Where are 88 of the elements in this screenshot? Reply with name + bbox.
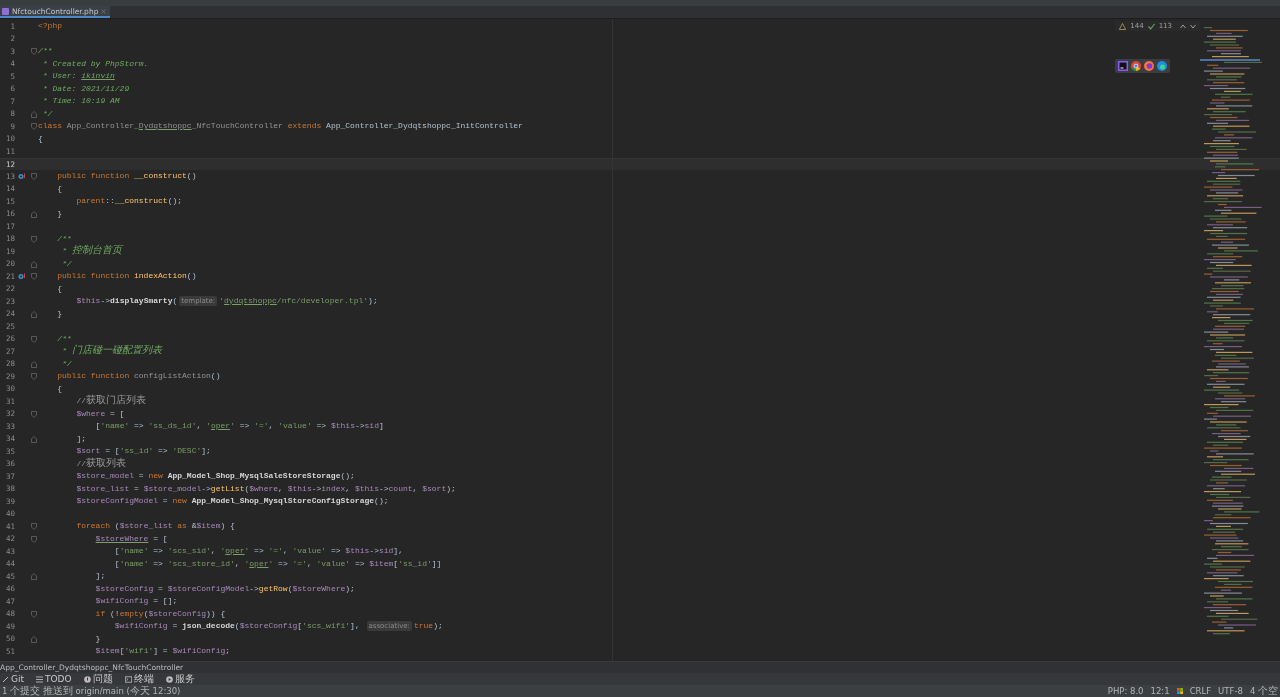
code-line: <?php (38, 20, 62, 32)
browser-icon[interactable] (1144, 61, 1154, 71)
code-line: if (!empty($storeConfig)) { (94, 607, 226, 620)
fold-end-icon[interactable] (31, 310, 37, 318)
list-icon (36, 675, 43, 683)
code-line: } (56, 307, 62, 320)
code-line: public function __construct() (56, 170, 197, 182)
code-line: } (56, 207, 62, 220)
indent-setting[interactable]: 4 个空 (1249, 685, 1278, 697)
file-encoding[interactable]: UTF-8 (1218, 685, 1243, 697)
chevron-up-icon[interactable] (1180, 23, 1186, 29)
code-line: } (94, 632, 101, 645)
code-line: { (56, 382, 62, 395)
fold-start-icon[interactable] (31, 523, 37, 530)
code-line: public function indexAction() (56, 270, 197, 282)
fold-start-icon[interactable] (31, 535, 37, 543)
line-ending[interactable]: CRLF (1189, 685, 1212, 697)
tool-window-tab[interactable]: Git (2, 674, 24, 684)
code-line: $store_list = $store_model->getList($where, $this->index, $this->count, $sort); (75, 482, 456, 495)
fold-start-icon[interactable] (31, 173, 37, 180)
warning-icon (1119, 22, 1127, 30)
status-message: 1 个提交 推送到 origin/main (今天 12:30) (2, 685, 181, 697)
code-line: public function configListAction() (56, 370, 221, 382)
fold-start-icon[interactable] (31, 123, 37, 130)
fold-start-icon[interactable] (31, 273, 37, 280)
code-line: /** (56, 232, 72, 245)
code-line: * 控制台首页 (61, 245, 122, 258)
code-line: { (56, 182, 62, 195)
fold-end-icon[interactable] (31, 260, 37, 268)
code-line: //获取门店列表 (75, 395, 146, 408)
code-line: /** (56, 332, 72, 345)
ide-icon[interactable] (1118, 61, 1128, 71)
code-line: * 门店碰一碰配置列表 (61, 345, 162, 358)
code-line: { (38, 132, 43, 145)
tool-window-tab[interactable]: TODO (36, 674, 72, 684)
code-line: * Time: 10:19 AM (41, 95, 120, 107)
php-version[interactable]: PHP: 8.0 (1107, 685, 1144, 697)
browser-icon[interactable] (1157, 61, 1167, 71)
check-icon (1147, 22, 1155, 30)
code-line: $where = [ (75, 407, 125, 420)
code-line: $storeConfig = $storeConfigModel->getRow($storeWhere); (94, 582, 355, 595)
code-line: ]; (75, 432, 86, 445)
fold-end-icon[interactable] (31, 360, 37, 368)
code-line: * Created by PhpStorm. (41, 57, 149, 70)
fold-start-icon[interactable] (31, 610, 37, 618)
terminal-icon (124, 675, 132, 683)
code-line: ]; (94, 570, 106, 582)
browser-icon[interactable] (1131, 61, 1141, 71)
code-line: * User: ikinvin (41, 70, 115, 82)
code-line: //获取列表 (75, 457, 126, 470)
php-file-icon (2, 7, 9, 15)
code-line: */ (61, 257, 72, 270)
close-icon[interactable] (101, 8, 107, 14)
fold-end-icon[interactable] (31, 635, 37, 643)
code-line: ['name' => 'scs_store_id', 'oper' => '=', 'value' => $item['ss_id']] (113, 557, 442, 570)
code-line: */ (41, 107, 53, 120)
code-line: * Date: 2021/11/29 (41, 82, 130, 95)
code-line: $wifiConfig = []; (94, 595, 178, 607)
override-icon[interactable] (18, 172, 26, 180)
fold-end-icon[interactable] (31, 435, 37, 443)
tool-window-tab[interactable]: 问题 (83, 672, 113, 686)
code-line: */ (61, 357, 72, 370)
code-line: $storeWhere = [ (94, 532, 168, 545)
caret-position[interactable]: 12:1 (1150, 685, 1170, 697)
tool-window-tab[interactable]: 服务 (165, 672, 195, 686)
override-icon[interactable] (18, 272, 26, 280)
fold-end-icon[interactable] (31, 110, 37, 118)
fold-start-icon[interactable] (31, 235, 37, 243)
code-line: { (56, 282, 62, 295)
code-line: ['name' => 'ss_ds_id', 'oper' => '=', 'value' => $this->sid] (94, 420, 384, 432)
fold-end-icon[interactable] (31, 210, 37, 218)
fold-end-icon[interactable] (31, 573, 37, 580)
windows-icon (1176, 688, 1183, 694)
chevron-down-icon[interactable] (1190, 23, 1196, 29)
code-line: $sort = ['ss_id' => 'DESC']; (75, 445, 211, 457)
code-line: /** (38, 45, 53, 57)
code-line: class App_Controller_Dydqtshoppc_NfcTouchController extends App_Controller_Dydqtshoppc_InitController (38, 120, 523, 132)
tool-window-tab[interactable]: 终端 (124, 672, 154, 686)
fold-start-icon[interactable] (31, 410, 37, 418)
code-line: $item['wifi'] = $wifiConfig; (94, 645, 231, 657)
code-line: ['name' => 'scs_sid', 'oper' => '=', 'value' => $this->sid], (113, 545, 403, 557)
code-line: $storeConfigModel = new App_Model_Shop_MysqlStoreConfigStorage(); (75, 495, 389, 507)
fold-start-icon[interactable] (31, 48, 37, 55)
code-line: $store_model = new App_Model_Shop_MysqlSaleStoreStorage(); (75, 470, 355, 482)
code-line: parent::__construct(); (75, 195, 183, 207)
fold-start-icon[interactable] (31, 335, 37, 343)
fold-start-icon[interactable] (31, 373, 37, 380)
code-line: foreach ($store_list as &$item) { (75, 520, 235, 532)
